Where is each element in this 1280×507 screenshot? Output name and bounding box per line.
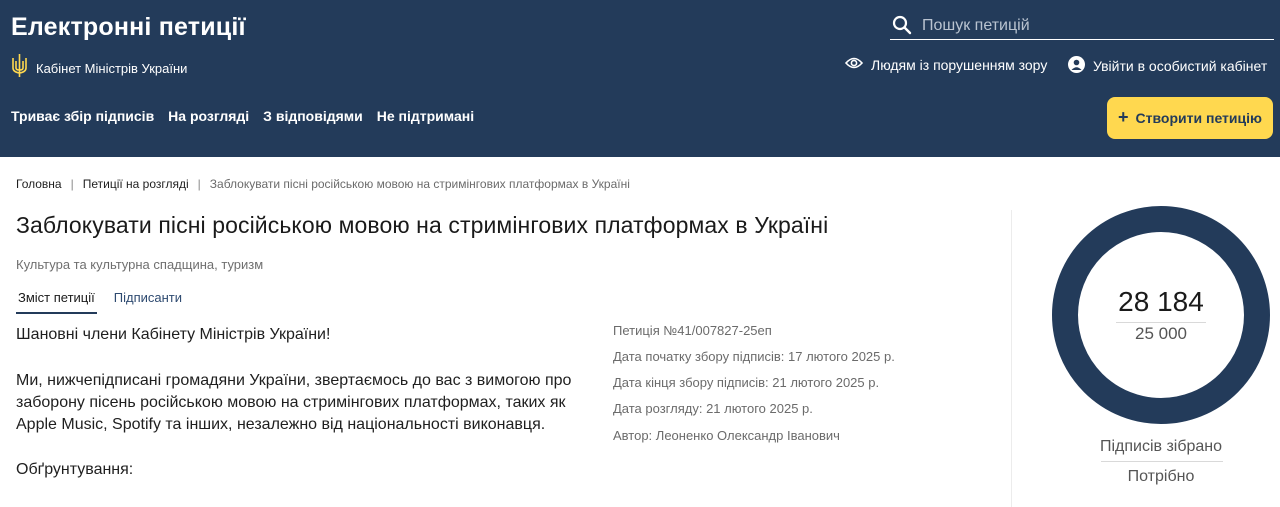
search-icon[interactable] xyxy=(892,15,914,37)
petition-author: Автор: Леоненко Олександр Іванович xyxy=(613,428,840,443)
main-nav: Триває збір підписів На розгляді З відпо… xyxy=(11,108,474,124)
trident-icon xyxy=(11,53,28,83)
tab-content[interactable]: Зміст петиції xyxy=(16,290,97,314)
nav-item-answered[interactable]: З відповідями xyxy=(263,108,363,124)
login-label: Увійти в особистий кабінет xyxy=(1093,58,1268,74)
petition-number: Петиція №41/007827-25еп xyxy=(613,323,772,338)
accessibility-label: Людям із порушенням зору xyxy=(871,56,1048,73)
breadcrumb-separator: | xyxy=(197,177,201,191)
breadcrumb-separator: | xyxy=(70,177,74,191)
review-date: Дата розгляду: 21 лютого 2025 р. xyxy=(613,401,813,416)
column-divider xyxy=(1011,210,1012,507)
start-date: Дата початку збору підписів: 17 лютого 2… xyxy=(613,349,895,364)
site-header: Електронні петиції Кабінет Міністрів Укр… xyxy=(0,0,1280,157)
breadcrumb-home[interactable]: Головна xyxy=(16,177,62,191)
accessibility-link[interactable]: Людям із порушенням зору xyxy=(844,56,1048,73)
stats-divider xyxy=(1101,461,1223,462)
login-link[interactable]: Увійти в особистий кабінет xyxy=(1068,56,1267,76)
create-petition-label: Створити петицію xyxy=(1135,110,1262,126)
nav-item-collecting[interactable]: Триває збір підписів xyxy=(11,108,154,124)
collected-label: Підписів зібрано xyxy=(1099,438,1223,455)
justification-label: Обґрунтування: xyxy=(16,461,134,478)
create-petition-button[interactable]: + Створити петицію xyxy=(1107,97,1273,139)
breadcrumb: Головна | Петиції на розгляді | Заблокув… xyxy=(16,177,630,191)
breadcrumb-current: Заблокувати пісні російською мовою на ст… xyxy=(209,177,630,191)
petition-greeting: Шановні члени Кабінету Міністрів України… xyxy=(16,326,331,343)
end-date: Дата кінця збору підписів: 21 лютого 202… xyxy=(613,375,880,390)
signatures-required: 25 000 xyxy=(1135,324,1187,343)
search-input[interactable] xyxy=(922,16,1262,35)
petition-paragraph: Ми, нижчепідписані громадяни України, зв… xyxy=(16,372,572,433)
counter-divider xyxy=(1116,322,1206,323)
breadcrumb-section[interactable]: Петиції на розгляді xyxy=(83,177,189,191)
site-title[interactable]: Електронні петиції xyxy=(11,13,246,42)
government-link[interactable]: Кабінет Міністрів України xyxy=(11,53,187,83)
petition-tabs: Зміст петиції Підписанти xyxy=(16,290,184,314)
government-label: Кабінет Міністрів України xyxy=(36,60,188,76)
nav-item-under-review[interactable]: На розгляді xyxy=(168,108,249,124)
eye-icon xyxy=(844,56,864,73)
petition-category: Культура та культурна спадщина, туризм xyxy=(16,257,264,272)
petition-title: Заблокувати пісні російською мовою на ст… xyxy=(16,212,829,238)
user-icon xyxy=(1068,56,1085,76)
signatures-collected: 28 184 xyxy=(1118,286,1204,317)
search-bar xyxy=(890,12,1274,40)
plus-icon: + xyxy=(1118,107,1129,127)
nav-item-not-supported[interactable]: Не підтримані xyxy=(377,108,474,124)
tab-signers[interactable]: Підписанти xyxy=(112,290,184,314)
required-label: Потрібно xyxy=(1127,468,1195,485)
